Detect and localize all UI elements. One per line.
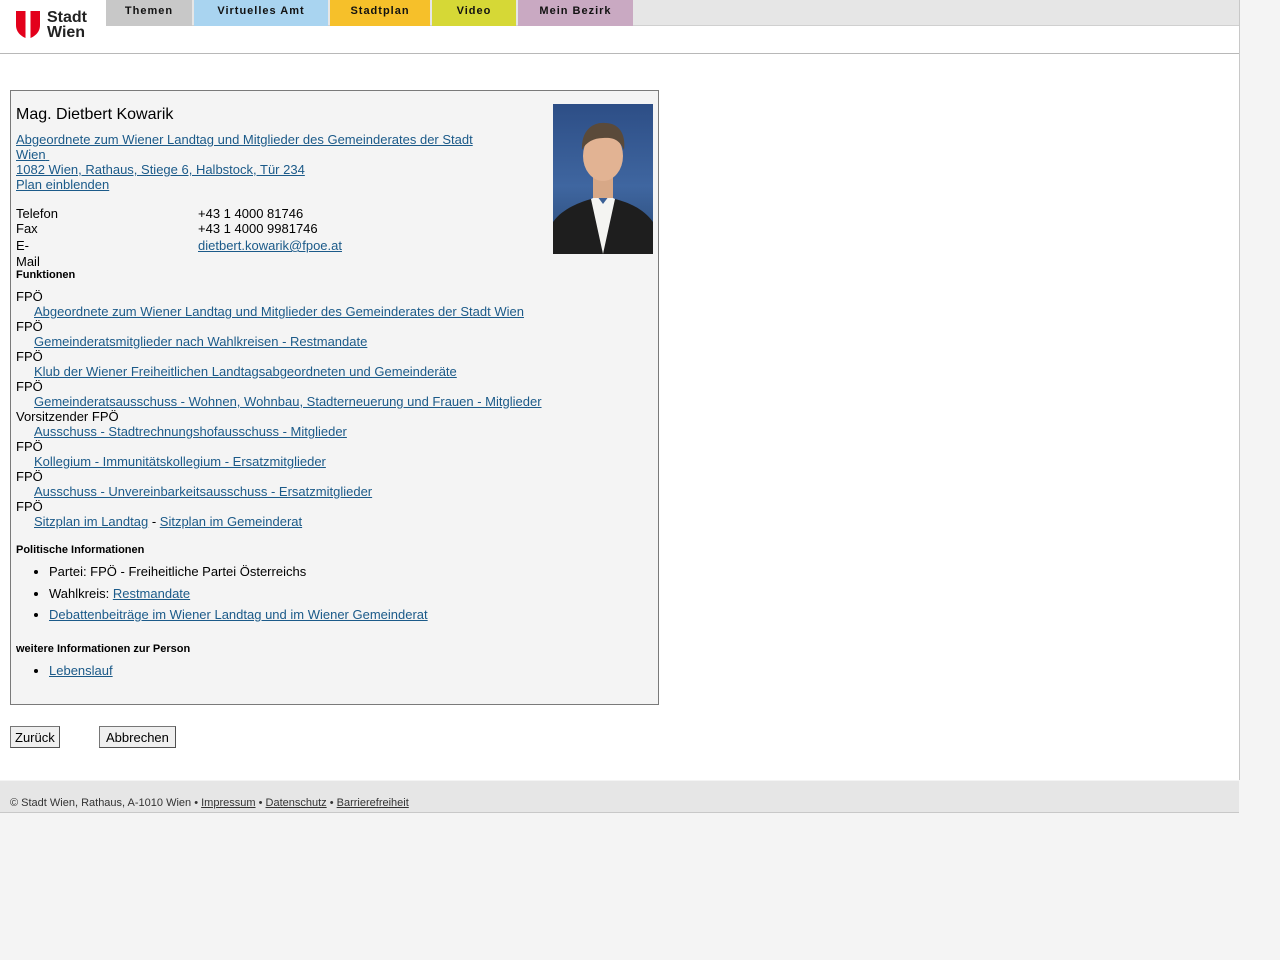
person-panel: Mag. Dietbert Kowarik Abgeordnete zum Wi…	[10, 90, 659, 705]
debates-link[interactable]: Debattenbeiträge im Wiener Landtag und i…	[49, 607, 428, 622]
district-link[interactable]: Restmandate	[113, 586, 190, 601]
cv-item: Lebenslauf	[49, 663, 113, 678]
function-item: FPÖ Klub der Wiener Freiheitlichen Landt…	[16, 349, 636, 379]
seat-plan-separator: -	[151, 514, 157, 529]
site-header: Stadt Wien Themen Virtuelles Amt Stadtpl…	[0, 0, 1239, 54]
address-block: Abgeordnete zum Wiener Landtag und Mitgl…	[16, 132, 486, 192]
function-link[interactable]: Klub der Wiener Freiheitlichen Landtagsa…	[16, 364, 636, 379]
function-link[interactable]: Abgeordnete zum Wiener Landtag und Mitgl…	[16, 304, 636, 319]
page: Stadt Wien Themen Virtuelles Amt Stadtpl…	[0, 0, 1240, 960]
function-role: FPÖ	[16, 469, 43, 484]
function-role: FPÖ	[16, 319, 43, 334]
logo-line-1: Stadt	[47, 9, 87, 26]
impressum-link[interactable]: Impressum	[201, 797, 255, 809]
party-item: Partei: FPÖ - Freiheitliche Partei Öster…	[49, 564, 428, 579]
nav-tab-stadtplan[interactable]: Stadtplan	[330, 0, 430, 26]
function-role: FPÖ	[16, 379, 43, 394]
political-info-heading: Politische Informationen	[16, 544, 145, 556]
function-item: FPÖ Abgeordnete zum Wiener Landtag und M…	[16, 289, 636, 319]
functions-list: FPÖ Abgeordnete zum Wiener Landtag und M…	[16, 289, 636, 529]
logo-line-2: Wien	[47, 24, 86, 41]
function-item: FPÖ Sitzplan im Landtag - Sitzplan im Ge…	[16, 499, 636, 529]
phone-value: +43 1 4000 81746	[198, 206, 304, 221]
function-role: FPÖ	[16, 499, 43, 514]
show-map-link[interactable]: Plan einblenden	[16, 177, 486, 192]
address-link[interactable]: 1082 Wien, Rathaus, Stiege 6, Halbstock,…	[16, 162, 486, 177]
function-role: Vorsitzender FPÖ	[16, 409, 119, 424]
seat-plan-gemeinderat-link[interactable]: Sitzplan im Gemeinderat	[160, 514, 302, 529]
wien-shield-icon	[16, 11, 40, 39]
stadt-wien-logo[interactable]: Stadt Wien	[16, 10, 91, 42]
role-link-line1: Abgeordnete zum Wiener Landtag und Mitgl…	[16, 132, 473, 147]
function-link[interactable]: Ausschuss - Unvereinbarkeitsausschuss - …	[16, 484, 636, 499]
debates-item: Debattenbeiträge im Wiener Landtag und i…	[49, 607, 428, 622]
more-info-heading: weitere Informationen zur Person	[16, 643, 191, 655]
role-link[interactable]: Abgeordnete zum Wiener Landtag und Mitgl…	[16, 132, 486, 162]
cv-link[interactable]: Lebenslauf	[49, 663, 113, 678]
function-role: FPÖ	[16, 289, 43, 304]
function-item: FPÖ Ausschuss - Unvereinbarkeitsausschus…	[16, 469, 636, 499]
seat-plan-links: Sitzplan im Landtag - Sitzplan im Gemein…	[16, 514, 636, 529]
datenschutz-link[interactable]: Datenschutz	[266, 797, 327, 809]
footer-separator: •	[258, 797, 263, 809]
footer-separator: •	[329, 797, 334, 809]
copyright-text: © Stadt Wien, Rathaus, A-1010 Wien	[10, 797, 192, 809]
function-link[interactable]: Gemeinderatsmitglieder nach Wahlkreisen …	[16, 334, 636, 349]
function-item: FPÖ Gemeinderatsausschuss - Wohnen, Wohn…	[16, 379, 636, 409]
footer-line: © Stadt Wien, Rathaus, A-1010 Wien • Imp…	[10, 797, 409, 809]
function-role: FPÖ	[16, 439, 43, 454]
barrierefreiheit-link[interactable]: Barrierefreiheit	[337, 797, 409, 809]
function-link[interactable]: Kollegium - Immunitätskollegium - Ersatz…	[16, 454, 636, 469]
function-item: FPÖ Gemeinderatsmitglieder nach Wahlkrei…	[16, 319, 636, 349]
phone-label: Telefon	[16, 206, 58, 221]
function-item: FPÖ Kollegium - Immunitätskollegium - Er…	[16, 439, 636, 469]
more-info-list: Lebenslauf	[16, 663, 113, 685]
fax-value: +43 1 4000 9981746	[198, 221, 318, 236]
district-item: Wahlkreis: Restmandate	[49, 586, 428, 601]
nav-tab-mein-bezirk[interactable]: Mein Bezirk	[518, 0, 633, 26]
site-footer: © Stadt Wien, Rathaus, A-1010 Wien • Imp…	[0, 781, 1239, 813]
function-item: Vorsitzender FPÖ Ausschuss - Stadtrechnu…	[16, 409, 636, 439]
functions-heading: Funktionen	[16, 269, 76, 281]
logo-text: Stadt Wien	[47, 9, 87, 41]
political-info-list: Partei: FPÖ - Freiheitliche Partei Öster…	[16, 564, 428, 629]
cancel-button[interactable]: Abbrechen	[99, 726, 176, 748]
email-label: E-Mail	[16, 238, 40, 269]
role-link-line2: Wien	[16, 147, 46, 162]
function-link[interactable]: Ausschuss - Stadtrechnungshofausschuss -…	[16, 424, 636, 439]
function-role: FPÖ	[16, 349, 43, 364]
nav-tab-virtuelles-amt[interactable]: Virtuelles Amt	[194, 0, 328, 26]
footer-separator: •	[194, 797, 199, 809]
fax-label: Fax	[16, 221, 38, 236]
person-name: Mag. Dietbert Kowarik	[16, 106, 174, 123]
nav-tab-video[interactable]: Video	[432, 0, 516, 26]
email-link[interactable]: dietbert.kowarik@fpoe.at	[198, 238, 342, 254]
function-link[interactable]: Gemeinderatsausschuss - Wohnen, Wohnbau,…	[16, 394, 636, 409]
portrait-image	[553, 122, 653, 254]
back-button[interactable]: Zurück	[10, 726, 60, 748]
nav-tab-themen[interactable]: Themen	[106, 0, 192, 26]
district-label: Wahlkreis:	[49, 585, 110, 601]
seat-plan-landtag-link[interactable]: Sitzplan im Landtag	[34, 514, 148, 529]
person-photo	[553, 104, 653, 254]
